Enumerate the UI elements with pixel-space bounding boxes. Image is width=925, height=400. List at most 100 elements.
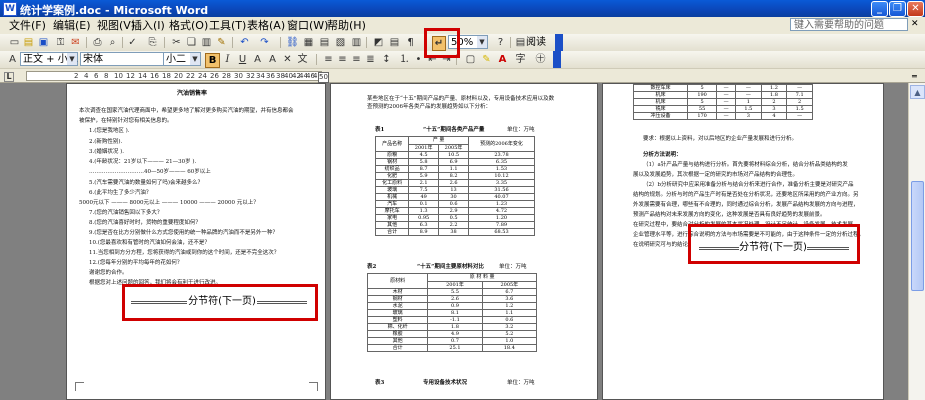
justify-icon[interactable]: ≣ <box>364 53 377 66</box>
page-left[interactable]: 汽油销售率 本次调查在国家汽油代理商面中，希望更多地了解对更多购买汽油的期望，并… <box>66 83 326 400</box>
table-row: 汽车 0.1 0.6 1.23 <box>374 200 535 208</box>
table-cell: 6.35 <box>468 158 535 166</box>
phonetic-icon[interactable]: 文 <box>296 53 309 66</box>
page-middle[interactable]: 某些地区在于“十五”期间产品的产量、原材料以及，专用设备技术应用以及数 查预测的… <box>330 83 598 400</box>
cut-icon[interactable]: ✂ <box>170 36 183 49</box>
vertical-scrollbar[interactable]: ▲ <box>908 83 925 400</box>
table2-unit: 单位：万吨 <box>499 264 527 270</box>
body-line: 1.(您是我地区 ). <box>89 128 130 134</box>
underline-button[interactable]: U <box>236 53 249 66</box>
open-folder-icon[interactable]: ▤ <box>22 36 35 49</box>
table-row: 化工原料 2.1 2.6 3.35 <box>374 179 535 187</box>
save-icon[interactable]: ▣ <box>37 36 50 49</box>
print-icon[interactable]: ⎙ <box>91 36 104 49</box>
table-cell: 塑料 <box>366 316 429 324</box>
char-shading-icon[interactable]: A <box>266 53 279 66</box>
hyperlink-icon[interactable]: ⛓ <box>286 36 299 49</box>
table-cell: 0.5 <box>438 214 469 222</box>
style-combo[interactable]: 正文 + 小二 ▼ <box>20 52 78 66</box>
menu-help[interactable]: 帮助(H) <box>324 18 369 33</box>
numbering-icon[interactable]: ⒈ <box>398 53 411 66</box>
copy-icon[interactable]: ❏ <box>185 36 198 49</box>
spelling-icon[interactable]: ✓ <box>126 36 139 49</box>
enclose-char-icon[interactable]: 字 <box>514 53 527 66</box>
document-map-icon[interactable]: ▤ <box>388 36 401 49</box>
insert-excel-icon[interactable]: ▧ <box>334 36 347 49</box>
close-button[interactable]: ✕ <box>907 1 924 17</box>
split-handle-icon[interactable]: ═ <box>912 72 917 81</box>
undo-icon[interactable]: ↶ <box>238 36 251 49</box>
tab-selector[interactable]: L <box>4 72 14 82</box>
table-row: 机械 49 30 40.07 <box>374 193 535 201</box>
chevron-down-icon[interactable]: ▼ <box>67 53 77 65</box>
menu-file[interactable]: 文件(F) <box>6 18 49 33</box>
table2-title: “十五”期间主要原材料对比 <box>417 264 484 270</box>
read-button[interactable]: 阅读 <box>526 36 546 49</box>
align-right-icon[interactable]: ≡ <box>350 53 363 66</box>
insert-table-icon[interactable]: ▤ <box>318 36 331 49</box>
table-header: 原材料 <box>366 273 429 289</box>
format-painter-icon[interactable]: ✎ <box>215 36 228 49</box>
menu-insert[interactable]: 插入(I) <box>128 18 168 33</box>
mail-icon[interactable]: ✉ <box>69 36 82 49</box>
menu-table[interactable]: 表格(A) <box>244 18 288 33</box>
table1-unit: 单位：万吨 <box>507 127 535 133</box>
menu-format[interactable]: 格式(O) <box>166 18 211 33</box>
redo-icon[interactable]: ↷ <box>258 36 271 49</box>
show-paragraph-icon[interactable]: ¶ <box>404 36 417 49</box>
italic-button[interactable]: I <box>221 53 234 66</box>
ruler-tick: 14 <box>138 72 147 80</box>
scroll-up-icon[interactable]: ▲ <box>910 85 925 99</box>
table-header: 2001年 <box>408 143 440 152</box>
table-cell: 0.1 <box>408 200 440 208</box>
table-cell: 化工原料 <box>374 179 410 187</box>
align-left-icon[interactable]: ≡ <box>322 53 335 66</box>
font-color-button[interactable]: A <box>496 53 509 66</box>
table-cell: 合计 <box>374 228 410 236</box>
char-border-icon[interactable]: A <box>251 53 264 66</box>
drawing-icon[interactable]: ◩ <box>372 36 385 49</box>
toolbar-options-icon[interactable] <box>553 51 561 68</box>
menu-edit[interactable]: 编辑(E) <box>50 18 94 33</box>
bold-button[interactable]: B <box>205 53 220 68</box>
table-row: 摩托车 1.3 2.9 4.72 <box>374 207 535 215</box>
help-icon[interactable]: ? <box>494 36 507 49</box>
help-search-input[interactable]: 键入需要帮助的问题 <box>790 18 908 31</box>
crop-mark <box>75 382 84 391</box>
close-document-icon[interactable]: ✕ <box>911 19 919 29</box>
toolbar-options-icon[interactable] <box>555 34 563 51</box>
outside-border-icon[interactable]: ▢ <box>464 53 477 66</box>
char-scale-icon[interactable]: ✕ <box>281 53 294 66</box>
menu-tools[interactable]: 工具(T) <box>206 18 249 33</box>
styles-pane-icon[interactable]: A <box>6 53 19 66</box>
table-cell: 13 <box>438 186 469 194</box>
table-cell: 玻璃 <box>374 186 410 194</box>
table-cell: 1.5 <box>786 105 813 113</box>
tables-borders-icon[interactable]: ▦ <box>302 36 315 49</box>
chevron-down-icon[interactable]: ▼ <box>477 36 487 48</box>
table-cell: — <box>716 91 737 99</box>
paste-icon[interactable]: ▥ <box>200 36 213 49</box>
line-spacing-icon[interactable]: ↕ <box>380 53 393 66</box>
table-row: 合计 25.1 18.4 <box>366 344 538 352</box>
table-row: 其他 6.3 2.2 7.89 <box>374 221 535 229</box>
circle-char-icon[interactable]: ㊉ <box>534 53 547 66</box>
highlight-icon[interactable]: ✎ <box>480 53 493 66</box>
table-cell: 4 <box>760 112 788 120</box>
new-document-icon[interactable]: ▭ <box>8 36 21 49</box>
table-cell: 3.2 <box>481 323 538 331</box>
table-cell: 1.53 <box>468 165 535 173</box>
permission-icon[interactable]: ⚿ <box>54 36 67 49</box>
table-cell: 3 <box>735 112 762 120</box>
chevron-down-icon[interactable]: ▼ <box>190 53 200 65</box>
align-center-icon[interactable]: ≡ <box>336 53 349 66</box>
table-cell: 2.9 <box>438 207 469 215</box>
columns-icon[interactable]: ▥ <box>350 36 363 49</box>
word-app-icon[interactable]: W <box>3 2 17 16</box>
scroll-thumb[interactable] <box>911 181 924 291</box>
font-size-combo[interactable]: 小二 ▼ <box>163 52 201 66</box>
restore-button[interactable]: ❐ <box>889 1 906 17</box>
research-icon[interactable]: ⎘ <box>146 36 159 49</box>
print-preview-icon[interactable]: ⌕ <box>106 36 119 49</box>
minimize-button[interactable]: _ <box>871 1 888 17</box>
